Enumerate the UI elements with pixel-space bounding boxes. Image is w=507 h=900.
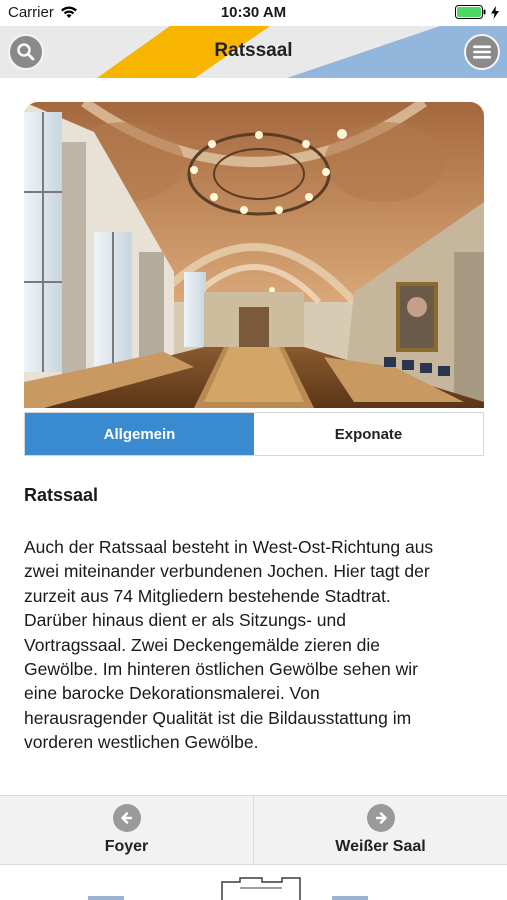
- previous-room-label: Foyer: [104, 838, 149, 855]
- description-text: Auch der Ratssaal besteht in West-Ost-Ri…: [24, 535, 490, 755]
- description-line: Gewölbe. Im hinteren östlichen Gewölbe s…: [24, 659, 418, 680]
- ratssaal-photo-illustration: [24, 102, 484, 408]
- floor-plan-icon: [88, 877, 368, 900]
- page-title: Ratssaal: [214, 40, 293, 61]
- description-line: Darüber hinaus dient er als Sitzungs- un…: [24, 610, 346, 631]
- description-line: herausragender Qualität ist die Bildauss…: [24, 707, 412, 728]
- arrow-right-icon: [366, 804, 395, 832]
- description-line: zwei miteinander verbundenen Jochen. Hie…: [24, 561, 430, 582]
- next-room-label: Weißer Saal: [335, 838, 426, 855]
- next-room-button[interactable]: Weißer Saal: [253, 796, 507, 864]
- room-navigation: Foyer Weißer Saal: [0, 795, 507, 865]
- segment-tabs: Allgemein Exponate: [24, 412, 484, 456]
- floor-plan-strip: [0, 866, 507, 900]
- description-line: zurzeit aus 74 Mitgliedern bestehende St…: [24, 585, 391, 606]
- status-bar: Carrier 10:30 AM: [0, 0, 507, 26]
- description-line: vorderen westlichen Gewölbe.: [24, 732, 259, 753]
- tab-allgemein[interactable]: Allgemein: [25, 413, 254, 455]
- hamburger-menu-icon: [473, 45, 491, 59]
- room-photo[interactable]: [24, 102, 484, 408]
- tab-exponate[interactable]: Exponate: [254, 413, 483, 455]
- previous-room-button[interactable]: Foyer: [0, 796, 253, 864]
- status-right: [455, 5, 499, 19]
- arrow-left-icon: [112, 804, 141, 832]
- section-title: Ratssaal: [24, 485, 99, 505]
- menu-button[interactable]: [464, 34, 500, 70]
- description-line: Vortragssaal. Zwei Deckengemälde zieren …: [24, 634, 381, 655]
- battery-icon: [455, 5, 486, 19]
- nav-bar: Ratssaal: [0, 26, 507, 78]
- status-time: 10:30 AM: [220, 4, 287, 21]
- description-line: eine barocke Dekorationsmalerei. Von: [24, 683, 320, 704]
- description-line: Auch der Ratssaal besteht in West-Ost-Ri…: [24, 537, 434, 557]
- charging-bolt-icon: [491, 5, 499, 19]
